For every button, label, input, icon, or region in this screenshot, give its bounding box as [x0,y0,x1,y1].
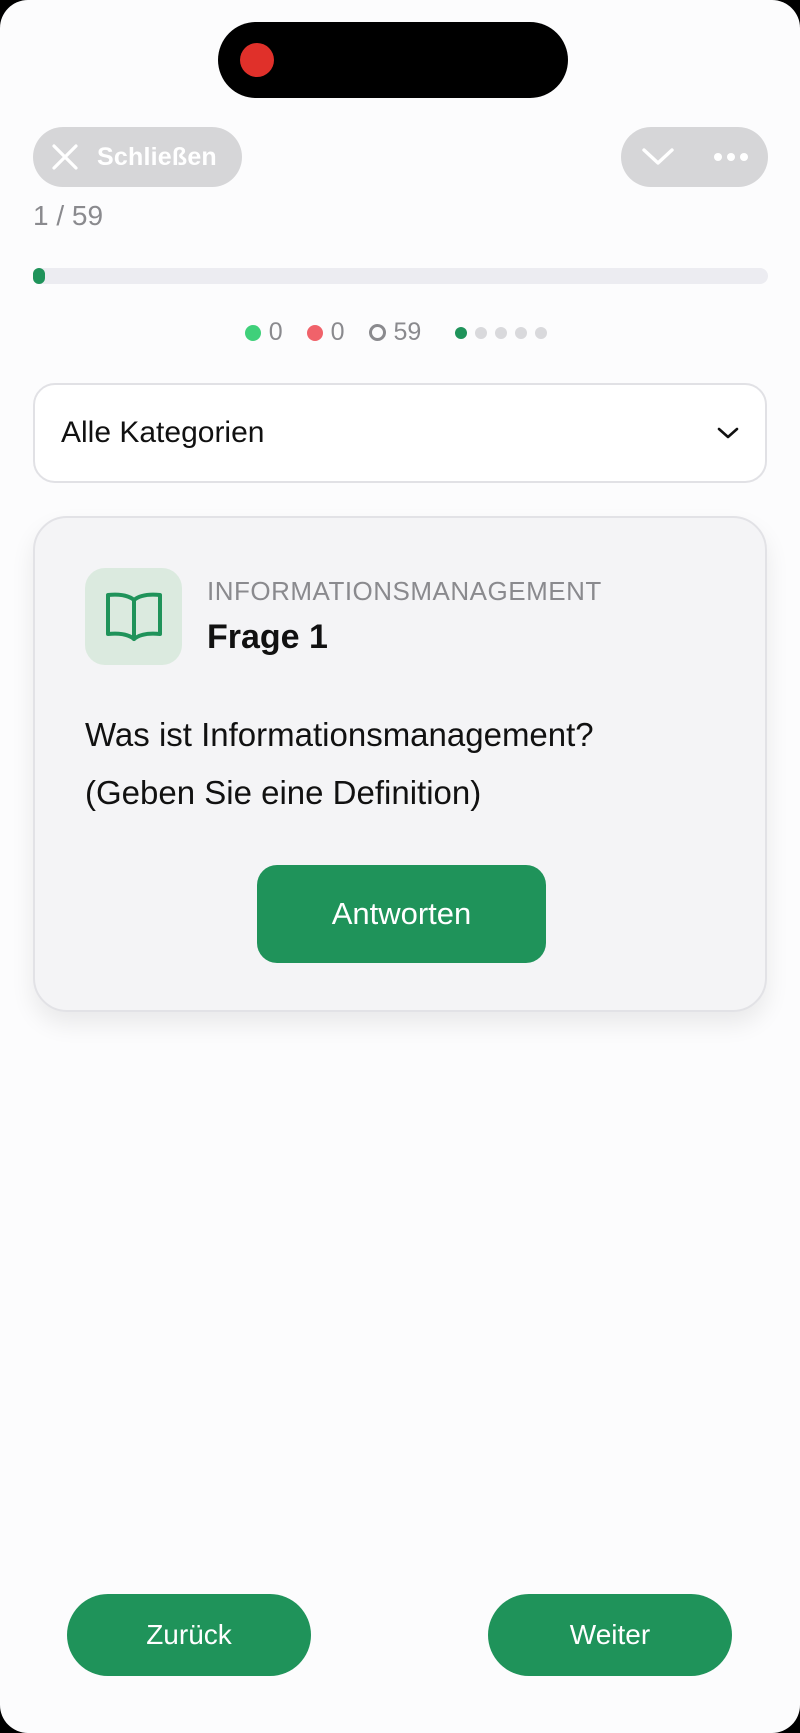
page-dot [515,326,528,339]
question-counter: 1 / 59 [33,200,104,231]
correct-count: 0 [268,318,283,346]
book-icon [105,592,162,641]
close-button[interactable]: Schließen [33,127,242,187]
category-icon-tile [85,568,182,665]
stats-row: 0 0 59 [0,318,800,347]
question-text: Was ist Informationsmanagement? (Geben S… [85,706,725,822]
close-icon [52,144,78,170]
collapse-button[interactable] [621,127,694,187]
progress-bar [33,268,768,284]
phone-screen: Schließen 1 / 59 0 0 59 Alle Kategorien … [0,0,800,1733]
wrong-count: 0 [330,318,345,346]
stat-correct: 0 [244,318,283,347]
open-ring-icon [368,324,386,341]
page-dot [455,326,468,339]
more-icon [713,153,748,161]
category-select-value: Alle Kategorien [61,416,265,449]
correct-dot-icon [244,324,261,341]
page-dot [495,326,508,339]
page-indicator [455,326,555,339]
page-dot [535,326,548,339]
answer-button[interactable]: Antworten [257,865,546,963]
card-title: Frage 1 [207,618,328,656]
next-button[interactable]: Weiter [488,1594,732,1676]
question-card: INFORMATIONSMANAGEMENT Frage 1 Was ist I… [33,516,767,1012]
close-label: Schließen [97,142,217,171]
category-select[interactable]: Alle Kategorien [33,383,767,483]
question-line: Was ist Informationsmanagement? [85,716,594,753]
more-button[interactable] [694,127,767,187]
open-count: 59 [393,318,422,346]
question-line: (Geben Sie eine Definition) [85,774,482,811]
header-actions [621,127,768,187]
progress-fill [33,268,46,284]
chevron-down-icon [717,427,739,439]
page-dot [475,326,488,339]
stat-wrong: 0 [306,318,345,347]
dynamic-island [218,22,568,98]
stat-open: 59 [368,318,422,347]
card-category: INFORMATIONSMANAGEMENT [207,576,602,606]
wrong-dot-icon [306,324,323,341]
back-button[interactable]: Zurück [67,1594,311,1676]
chevron-down-icon [641,148,674,165]
recording-indicator [240,43,274,77]
